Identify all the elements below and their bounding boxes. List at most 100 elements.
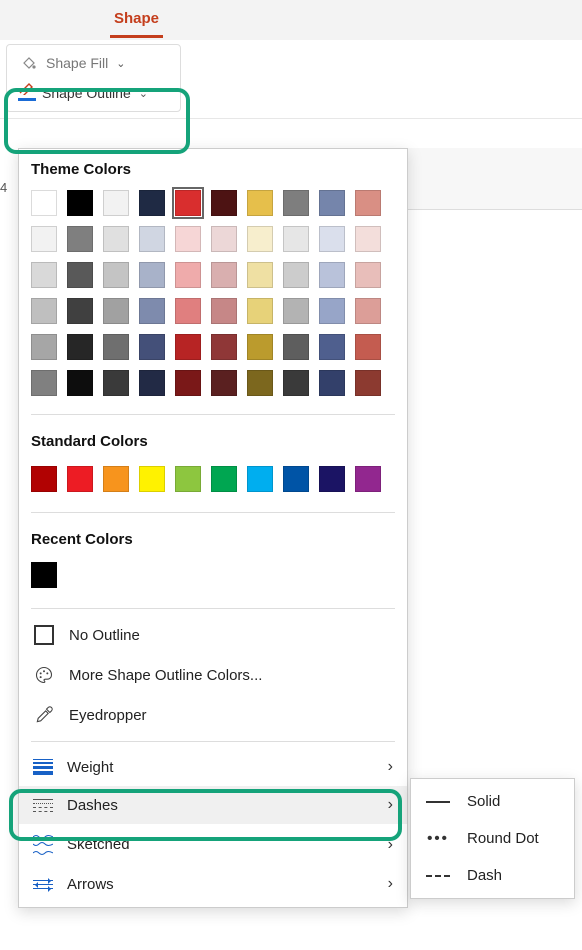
more-colors-item[interactable]: More Shape Outline Colors... — [19, 655, 407, 695]
color-swatch[interactable] — [283, 466, 309, 492]
color-swatch[interactable] — [247, 298, 273, 324]
color-swatch[interactable] — [319, 334, 345, 360]
weight-item[interactable]: Weight › — [19, 748, 407, 786]
color-swatch[interactable] — [175, 370, 201, 396]
color-swatch[interactable] — [355, 298, 381, 324]
shape-outline-dropdown: Theme Colors Standard Colors Recent Colo… — [18, 148, 408, 908]
color-swatch[interactable] — [175, 262, 201, 288]
color-swatch[interactable] — [67, 262, 93, 288]
color-swatch[interactable] — [31, 562, 57, 588]
background-panel — [407, 148, 582, 210]
color-swatch[interactable] — [211, 334, 237, 360]
color-swatch[interactable] — [355, 190, 381, 216]
dash-option-round-dot[interactable]: ••• Round Dot — [411, 820, 574, 857]
color-swatch[interactable] — [283, 262, 309, 288]
color-swatch[interactable] — [355, 334, 381, 360]
chevron-right-icon: › — [388, 796, 393, 814]
color-swatch[interactable] — [139, 334, 165, 360]
dash-option-dash[interactable]: Dash — [411, 857, 574, 894]
tab-shape[interactable]: Shape — [110, 2, 163, 38]
chevron-down-icon: ⌄ — [116, 57, 125, 70]
color-swatch[interactable] — [211, 190, 237, 216]
color-swatch[interactable] — [103, 370, 129, 396]
color-swatch[interactable] — [211, 466, 237, 492]
round-dot-icon: ••• — [425, 830, 451, 847]
color-swatch[interactable] — [319, 466, 345, 492]
color-swatch[interactable] — [283, 190, 309, 216]
color-swatch[interactable] — [283, 334, 309, 360]
color-swatch[interactable] — [139, 226, 165, 252]
color-swatch[interactable] — [31, 262, 57, 288]
color-swatch[interactable] — [31, 370, 57, 396]
color-swatch[interactable] — [31, 298, 57, 324]
color-swatch[interactable] — [103, 466, 129, 492]
color-swatch[interactable] — [247, 262, 273, 288]
color-swatch[interactable] — [355, 466, 381, 492]
sketched-icon — [33, 834, 53, 855]
color-swatch[interactable] — [175, 298, 201, 324]
color-swatch[interactable] — [139, 370, 165, 396]
arrows-label: Arrows — [67, 876, 114, 893]
standard-colors-heading: Standard Colors — [19, 421, 407, 458]
color-swatch[interactable] — [31, 190, 57, 216]
color-swatch[interactable] — [139, 298, 165, 324]
sketched-item[interactable]: Sketched › — [19, 824, 407, 865]
color-swatch[interactable] — [319, 226, 345, 252]
color-swatch[interactable] — [103, 226, 129, 252]
arrows-item[interactable]: Arrows › — [19, 865, 407, 903]
color-swatch[interactable] — [355, 370, 381, 396]
color-swatch[interactable] — [211, 262, 237, 288]
color-swatch[interactable] — [319, 370, 345, 396]
color-swatch[interactable] — [175, 190, 201, 216]
divider — [31, 414, 395, 415]
color-swatch[interactable] — [211, 226, 237, 252]
color-swatch[interactable] — [247, 190, 273, 216]
color-swatch[interactable] — [31, 334, 57, 360]
color-swatch[interactable] — [211, 298, 237, 324]
color-swatch[interactable] — [31, 226, 57, 252]
color-swatch[interactable] — [103, 262, 129, 288]
divider — [31, 741, 395, 742]
color-swatch[interactable] — [67, 334, 93, 360]
color-swatch[interactable] — [103, 334, 129, 360]
no-outline-icon — [33, 625, 55, 645]
color-swatch[interactable] — [283, 226, 309, 252]
divider — [31, 608, 395, 609]
color-swatch[interactable] — [319, 262, 345, 288]
color-swatch[interactable] — [31, 466, 57, 492]
color-swatch[interactable] — [283, 370, 309, 396]
color-swatch[interactable] — [319, 190, 345, 216]
color-swatch[interactable] — [67, 466, 93, 492]
color-swatch[interactable] — [139, 466, 165, 492]
color-swatch[interactable] — [139, 190, 165, 216]
color-swatch[interactable] — [283, 298, 309, 324]
color-swatch[interactable] — [247, 334, 273, 360]
color-swatch[interactable] — [103, 190, 129, 216]
shape-fill-button[interactable]: Shape Fill ⌄ — [7, 48, 136, 78]
color-swatch[interactable] — [175, 334, 201, 360]
color-swatch[interactable] — [139, 262, 165, 288]
color-swatch[interactable] — [211, 370, 237, 396]
dashes-item[interactable]: Dashes › — [19, 786, 407, 824]
color-swatch[interactable] — [67, 298, 93, 324]
no-outline-label: No Outline — [69, 627, 140, 644]
eyedropper-item[interactable]: Eyedropper — [19, 695, 407, 735]
color-swatch[interactable] — [355, 262, 381, 288]
color-swatch[interactable] — [247, 226, 273, 252]
color-swatch[interactable] — [355, 226, 381, 252]
dashes-icon — [33, 799, 53, 812]
color-swatch[interactable] — [67, 226, 93, 252]
shape-outline-button[interactable]: Shape Outline ⌄ — [7, 78, 159, 108]
eyedropper-label: Eyedropper — [69, 707, 147, 724]
color-swatch[interactable] — [103, 298, 129, 324]
color-swatch[interactable] — [67, 190, 93, 216]
color-swatch[interactable] — [175, 466, 201, 492]
color-swatch[interactable] — [319, 298, 345, 324]
color-swatch[interactable] — [67, 370, 93, 396]
dash-label: Dash — [467, 867, 502, 884]
dash-option-solid[interactable]: Solid — [411, 783, 574, 820]
color-swatch[interactable] — [175, 226, 201, 252]
color-swatch[interactable] — [247, 466, 273, 492]
color-swatch[interactable] — [247, 370, 273, 396]
no-outline-item[interactable]: No Outline — [19, 615, 407, 655]
